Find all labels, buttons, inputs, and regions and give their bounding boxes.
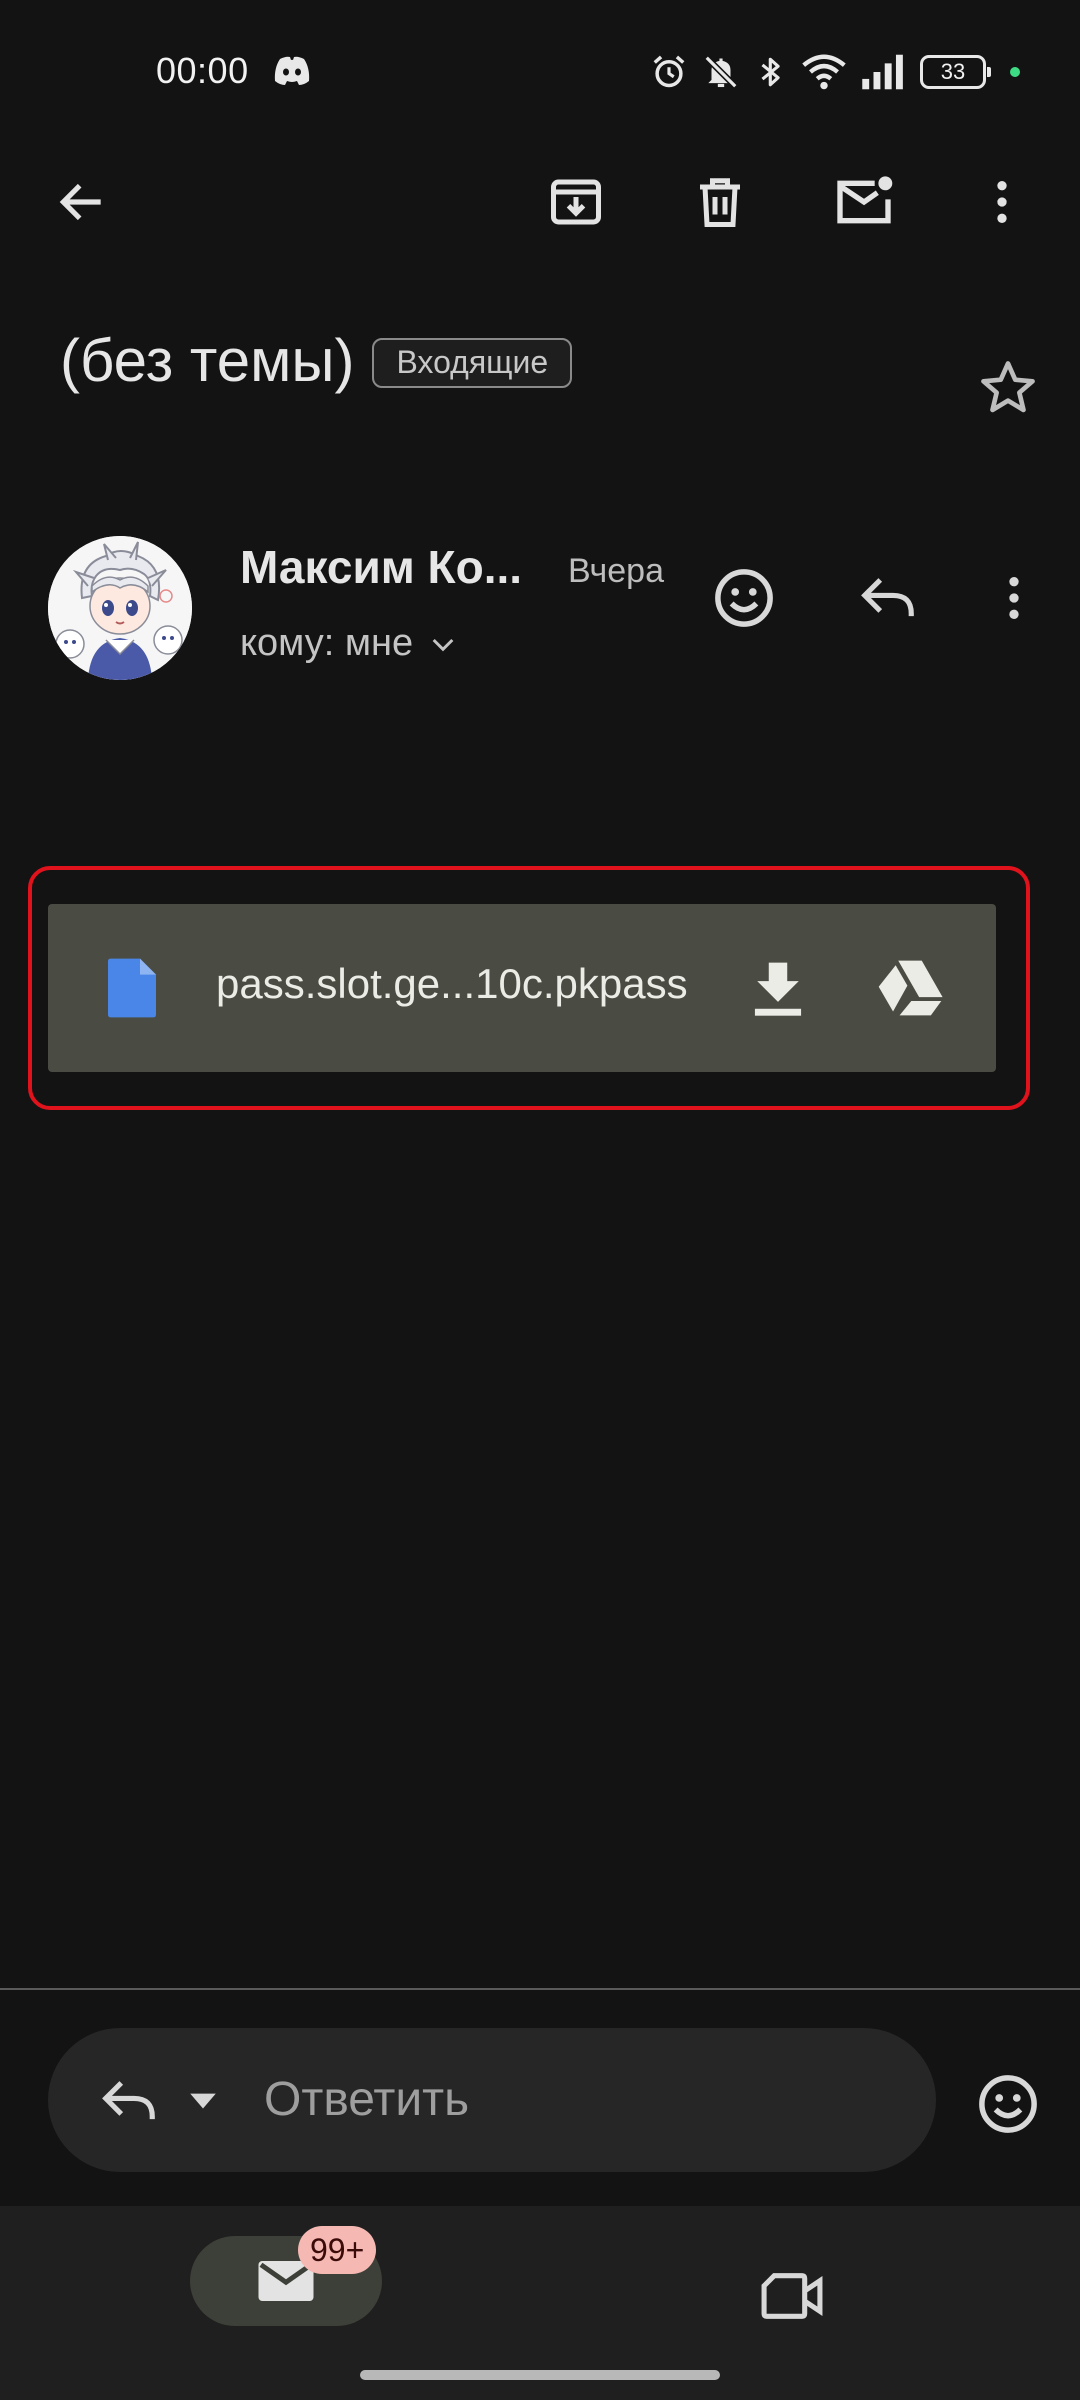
- sender-name[interactable]: Максим Ко...: [240, 540, 522, 594]
- recipient-label: кому: мне: [240, 622, 414, 664]
- bluetooth-icon: [761, 57, 780, 87]
- back-button[interactable]: [44, 164, 120, 240]
- wifi-icon: [802, 54, 846, 90]
- reply-emoji-button[interactable]: [968, 2064, 1048, 2144]
- unread-count-badge: 99+: [298, 2226, 377, 2274]
- anime-character-avatar-image: [48, 536, 192, 680]
- reply-icon: [102, 2081, 155, 2120]
- more-options-button[interactable]: [964, 164, 1040, 240]
- emoji-icon: [979, 2075, 1037, 2133]
- back-arrow-icon: [59, 183, 101, 221]
- meet-video-icon: [761, 2273, 823, 2319]
- archive-icon: [551, 179, 601, 225]
- download-icon: [754, 962, 802, 1016]
- divider: [0, 1988, 1080, 1990]
- reply-button[interactable]: [850, 560, 926, 636]
- alarm-icon: [653, 55, 685, 88]
- more-vert-icon: [1009, 577, 1019, 619]
- add-reaction-button[interactable]: [706, 560, 782, 636]
- battery-level: 33: [940, 59, 966, 84]
- archive-button[interactable]: [538, 164, 614, 240]
- discord-icon: [274, 56, 310, 85]
- google-drive-icon: [878, 960, 943, 1016]
- status-time: 00:00: [156, 50, 249, 91]
- reply-placeholder: Ответить: [264, 2073, 470, 2126]
- mark-unread-button[interactable]: [826, 164, 902, 240]
- status-icons: 33: [650, 50, 1020, 94]
- delete-button[interactable]: [682, 164, 758, 240]
- file-icon: [108, 958, 156, 1018]
- reply-input-box[interactable]: Ответить: [48, 2028, 936, 2172]
- bottom-navigation: 99+: [0, 2206, 1080, 2400]
- more-vert-icon: [997, 181, 1007, 223]
- message-more-button[interactable]: [976, 560, 1052, 636]
- status-bar: 00:00 33: [0, 0, 1080, 144]
- email-view-screen: 00:00 33 (без темы) Входящие Максим Ко..…: [0, 0, 1080, 2400]
- delete-icon: [700, 178, 740, 227]
- email-subject: (без темы): [60, 327, 355, 394]
- chevron-down-icon: [432, 638, 454, 651]
- download-attachment-button[interactable]: [738, 948, 818, 1028]
- subject-row: (без темы) Входящие: [60, 326, 573, 395]
- home-indicator[interactable]: [360, 2370, 720, 2380]
- star-icon: [981, 361, 1035, 413]
- inbox-label-chip[interactable]: Входящие: [372, 337, 573, 388]
- save-to-drive-button[interactable]: [870, 948, 950, 1028]
- emoji-icon: [715, 569, 773, 627]
- nav-meet-tab[interactable]: [754, 2258, 830, 2334]
- cell-signal-icon: [862, 54, 903, 90]
- battery-icon: 33: [920, 55, 991, 89]
- caret-down-icon[interactable]: [186, 2088, 220, 2112]
- star-button[interactable]: [970, 350, 1046, 426]
- mark-unread-icon: [837, 176, 893, 224]
- top-app-bar: [0, 144, 1080, 260]
- reply-icon: [861, 578, 914, 617]
- attachment-chip[interactable]: pass.slot.ge...10c.pkpass: [48, 904, 996, 1072]
- email-date: Вчера: [568, 552, 664, 590]
- bell-muted-icon: [704, 55, 738, 89]
- sender-avatar[interactable]: [48, 536, 192, 680]
- privacy-indicator-dot: [1010, 67, 1020, 77]
- recipient-details-toggle[interactable]: кому: мне: [240, 622, 459, 665]
- attachment-file-name: pass.slot.ge...10c.pkpass: [216, 960, 688, 1007]
